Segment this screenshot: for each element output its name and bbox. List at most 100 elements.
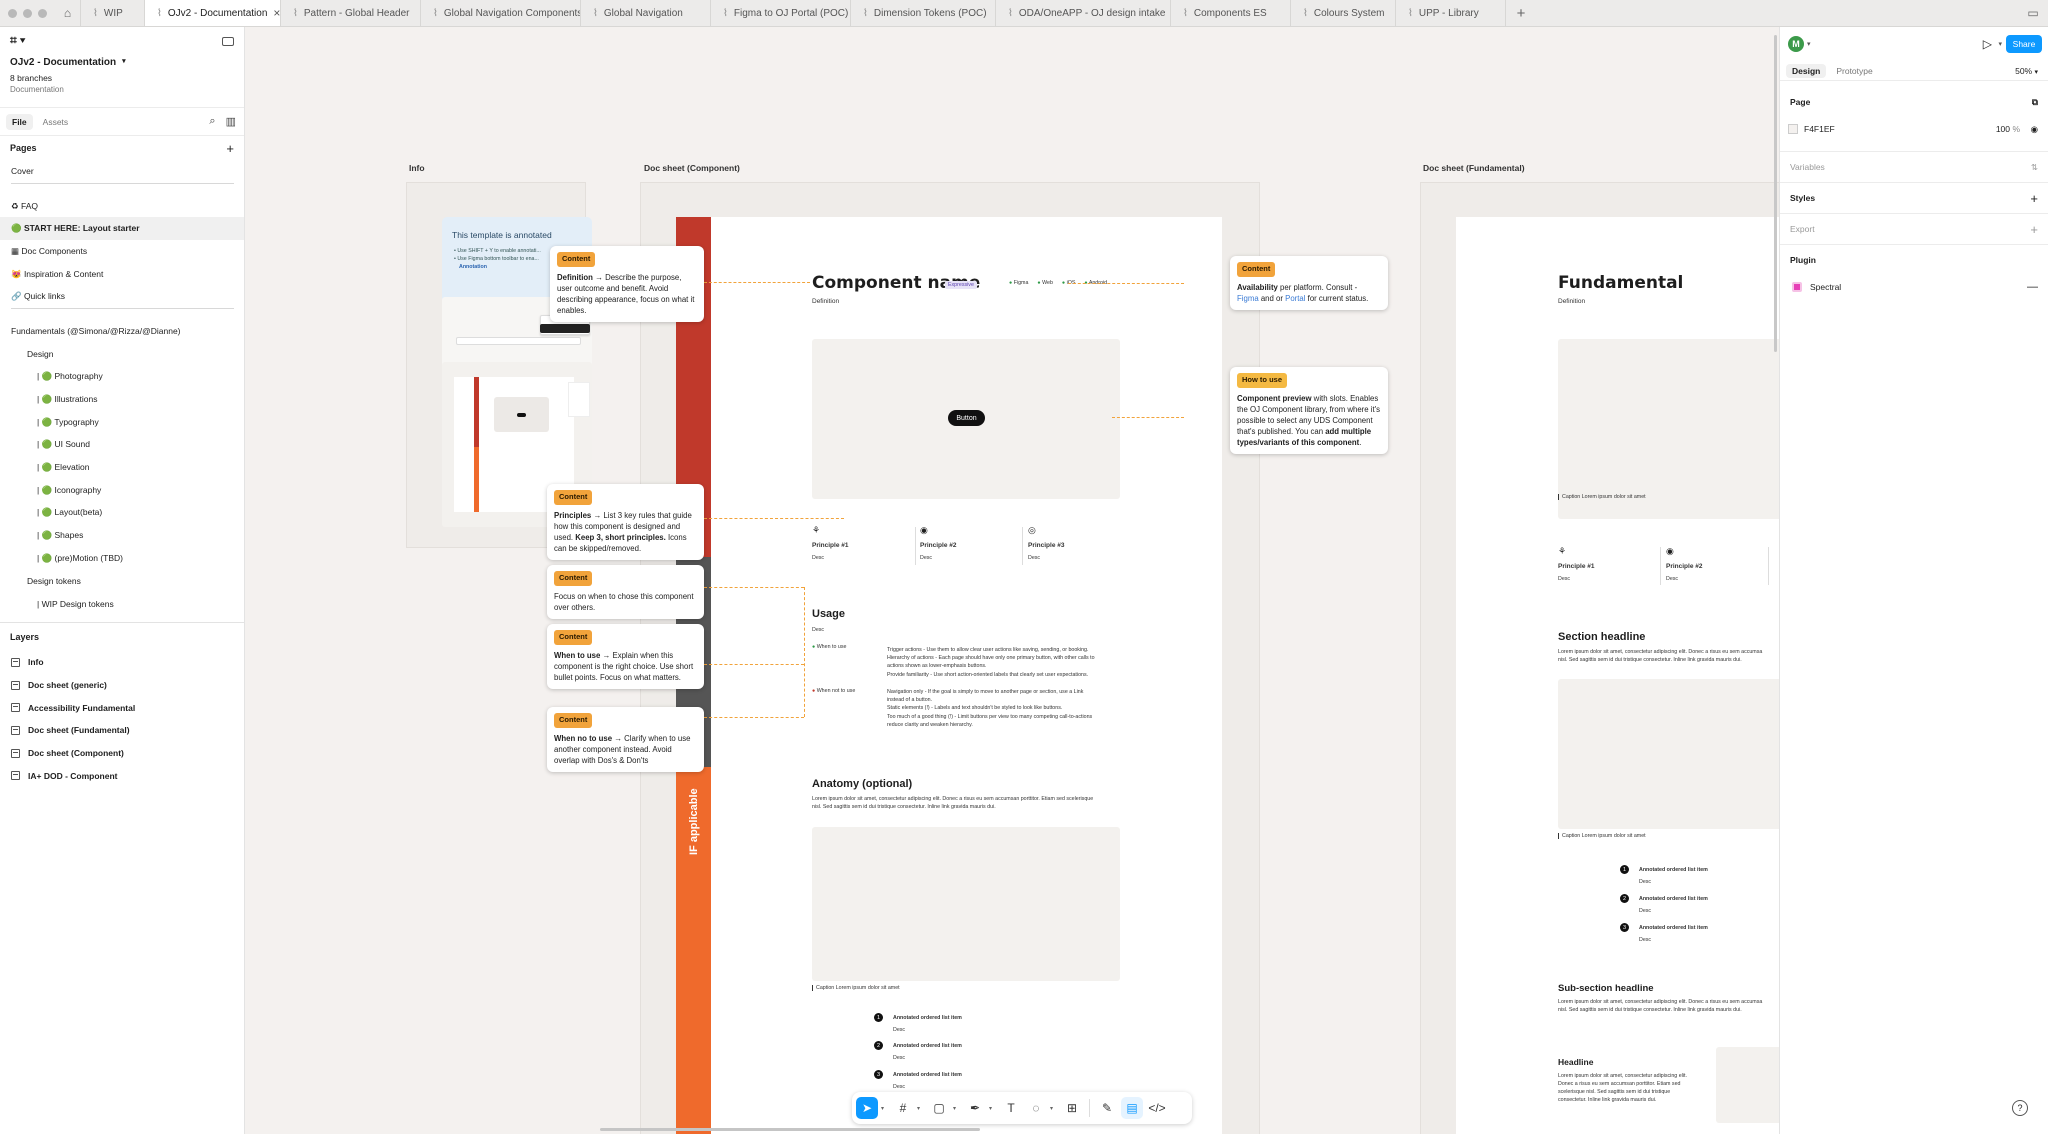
tab-7[interactable]: ⌇ ODA/OneAPP - OJ design intake	[996, 0, 1171, 26]
tab-4[interactable]: ⌇ Global Navigation	[581, 0, 711, 26]
comment-tool-icon[interactable]: ◌	[1025, 1097, 1047, 1119]
page-item[interactable]: 🔗 Quick links	[0, 285, 244, 308]
chevron-down-icon[interactable]: ▾	[989, 1105, 997, 1112]
chevron-down-icon[interactable]: ▾	[1050, 1105, 1058, 1112]
page-item[interactable]: | 🟢 Layout(beta)	[0, 502, 244, 525]
frame-label-fundamental[interactable]: Doc sheet (Fundamental)	[1423, 163, 1525, 173]
annotation-when-to-use[interactable]: Content When to use → Explain when this …	[547, 624, 704, 689]
annotation-principles[interactable]: Content Principles → List 3 key rules th…	[547, 484, 704, 560]
help-icon[interactable]: ?	[2012, 1100, 2028, 1116]
move-tool-icon[interactable]: ➤	[856, 1097, 878, 1119]
zoom-level[interactable]: 50% ▾	[2015, 66, 2038, 76]
vertical-scrollbar[interactable]	[1774, 35, 1777, 352]
chevron-down-icon[interactable]: ▾	[1998, 40, 2002, 48]
frame-label-info[interactable]: Info	[409, 163, 425, 173]
tab-assets[interactable]: Assets	[37, 114, 75, 130]
page-item[interactable]: | 🟢 Shapes	[0, 524, 244, 547]
style-icon[interactable]: ⧉	[2032, 97, 2038, 108]
design-mode-icon[interactable]: ▤	[1121, 1097, 1143, 1119]
fill-hex[interactable]: F4F1EF	[1804, 124, 1835, 134]
add-page-button[interactable]: +	[226, 141, 234, 156]
maximize-window-button[interactable]	[38, 8, 47, 18]
tab-9[interactable]: ⌇ Colours System	[1291, 0, 1396, 26]
library-icon[interactable]: ▥	[226, 115, 236, 128]
book-icon[interactable]: ▭	[2018, 0, 2048, 26]
portal-link[interactable]: Portal	[1285, 294, 1305, 303]
actions-icon[interactable]: ⊞	[1061, 1097, 1083, 1119]
page-item[interactable]: | 🟢 (pre)Motion (TBD)	[0, 547, 244, 570]
annotation-definition[interactable]: Content Definition → Describe the purpos…	[550, 246, 704, 322]
layer-item[interactable]: Doc sheet (Fundamental)	[0, 719, 244, 742]
page-item[interactable]: | 🟢 Photography	[0, 366, 244, 389]
chevron-down-icon[interactable]: ▾	[917, 1105, 925, 1112]
fill-opacity[interactable]: 100	[1996, 124, 2010, 134]
page-item[interactable]: | 🟢 Illustrations	[0, 388, 244, 411]
page-item[interactable]: ▦ Doc Components	[0, 240, 244, 263]
tab-file[interactable]: File	[6, 113, 33, 130]
minimize-window-button[interactable]	[23, 8, 32, 18]
tab-1[interactable]: ⌇ OJv2 - Documentation ×	[145, 0, 281, 26]
page-item[interactable]: | 🟢 UI Sound	[0, 434, 244, 457]
page-fill-row[interactable]: F4F1EF 100 % ◉	[1788, 117, 2040, 141]
page-item[interactable]: ♻ FAQ	[0, 195, 244, 218]
annotation-availability[interactable]: Content Availability per platform. Consu…	[1230, 256, 1388, 310]
tab-10[interactable]: ⌇ UPP - Library	[1396, 0, 1506, 26]
share-button[interactable]: Share	[2006, 35, 2042, 53]
tab-2[interactable]: ⌇ Pattern - Global Header	[281, 0, 421, 26]
figma-link[interactable]: Figma	[1237, 294, 1259, 303]
tab-prototype[interactable]: Prototype	[1830, 64, 1878, 78]
variables-icon[interactable]: ⇅	[2031, 162, 2038, 173]
annotation-how-to-use[interactable]: How to use Component preview with slots.…	[1230, 367, 1388, 454]
tab-8[interactable]: ⌇ Components ES	[1171, 0, 1291, 26]
page-item[interactable]: Design	[0, 343, 244, 366]
frame-tool-icon[interactable]: #	[892, 1097, 914, 1119]
tab-5[interactable]: ⌇ Figma to OJ Portal (POC)	[711, 0, 851, 26]
page-item[interactable]: | 🟢 Elevation	[0, 456, 244, 479]
close-window-button[interactable]	[8, 8, 17, 18]
page-item[interactable]: 😻 Inspiration & Content	[0, 263, 244, 286]
search-icon[interactable]: ⌕	[209, 115, 215, 128]
frame-label-component[interactable]: Doc sheet (Component)	[644, 163, 740, 173]
draw-mode-icon[interactable]: ✎	[1096, 1097, 1118, 1119]
present-icon[interactable]: ▷	[1983, 37, 1992, 51]
page-item[interactable]: | 🟢 Iconography	[0, 479, 244, 502]
tab-0[interactable]: ⌇ WIP	[81, 0, 145, 26]
avatar[interactable]: M	[1788, 36, 1804, 52]
layer-item[interactable]: Info	[0, 651, 244, 674]
add-style-button[interactable]: +	[2030, 191, 2038, 206]
branches-label[interactable]: 8 branches	[10, 73, 234, 83]
sidebar-toggle-icon[interactable]	[222, 37, 234, 46]
layer-item[interactable]: Accessibility Fundamental	[0, 696, 244, 719]
chevron-down-icon[interactable]: ▾	[1807, 40, 1811, 48]
layer-item[interactable]: Doc sheet (generic)	[0, 674, 244, 697]
text-tool-icon[interactable]: T	[1000, 1097, 1022, 1119]
tab-design[interactable]: Design	[1786, 63, 1827, 78]
horizontal-scrollbar[interactable]	[600, 1128, 980, 1131]
add-export-button[interactable]: +	[2030, 222, 2038, 237]
chevron-down-icon[interactable]: ▾	[953, 1105, 961, 1112]
page-item[interactable]: 🟢 START HERE: Layout starter	[0, 217, 244, 241]
layer-item[interactable]: IA+ DOD - Component	[0, 764, 244, 787]
close-tab-icon[interactable]: ×	[273, 6, 280, 20]
pen-tool-icon[interactable]: ✒	[964, 1097, 986, 1119]
dev-mode-icon[interactable]: </>	[1146, 1097, 1168, 1119]
chevron-down-icon[interactable]: ▾	[881, 1105, 889, 1112]
annotation-when-not-to-use[interactable]: Content When no to use → Clarify when to…	[547, 707, 704, 772]
figma-menu-icon[interactable]: ⌗ ▾	[10, 33, 234, 48]
plugin-item[interactable]: Spectral —	[1780, 275, 2048, 299]
fill-swatch[interactable]	[1788, 124, 1798, 134]
layer-item[interactable]: Doc sheet (Component)	[0, 742, 244, 765]
home-icon[interactable]: ⌂	[55, 0, 81, 26]
new-tab-button[interactable]: +	[1506, 0, 1536, 26]
page-item[interactable]: | 🟢 Typography	[0, 411, 244, 434]
remove-plugin-button[interactable]: —	[2027, 281, 2038, 293]
page-item[interactable]: | WIP Design tokens	[0, 592, 244, 615]
page-item[interactable]: Fundamentals (@Simona/@Rizza/@Dianne)	[0, 320, 244, 343]
eye-icon[interactable]: ◉	[2031, 124, 2038, 135]
tab-3[interactable]: ⌇ Global Navigation Components	[421, 0, 581, 26]
file-title[interactable]: OJv2 - Documentation ▾	[10, 57, 234, 68]
canvas[interactable]: Info Doc sheet (Component) Doc sheet (Fu…	[246, 27, 1779, 1134]
tab-6[interactable]: ⌇ Dimension Tokens (POC)	[851, 0, 996, 26]
rectangle-tool-icon[interactable]: ▢	[928, 1097, 950, 1119]
annotation-usage[interactable]: Content Focus on when to chose this comp…	[547, 565, 704, 619]
